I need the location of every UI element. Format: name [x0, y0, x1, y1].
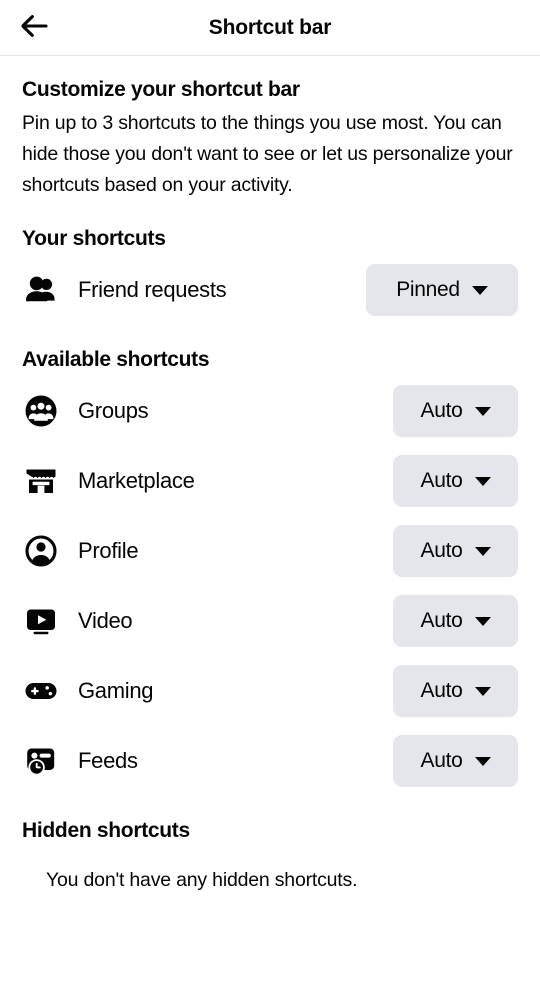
back-button[interactable]	[12, 6, 56, 50]
status-dropdown-video[interactable]: Auto	[393, 595, 518, 647]
shortcut-row-profile[interactable]: Profile Auto	[22, 516, 518, 586]
feeds-icon	[22, 742, 60, 780]
hidden-shortcuts-empty-message: You don't have any hidden shortcuts.	[46, 869, 358, 891]
chevron-down-icon	[474, 406, 491, 416]
page-title: Shortcut bar	[208, 15, 332, 39]
marketplace-icon	[22, 462, 60, 500]
shortcut-row-feeds[interactable]: Feeds Auto	[22, 726, 518, 796]
your-shortcuts-heading: Your shortcuts	[22, 227, 166, 250]
chevron-down-icon	[474, 476, 491, 486]
available-shortcuts-list: Groups Auto Marketplace Auto Profile Aut…	[22, 376, 518, 796]
shortcut-label: Feeds	[78, 748, 138, 773]
status-value: Auto	[420, 399, 463, 422]
app-header: Shortcut bar	[0, 0, 540, 56]
shortcut-row-friend-requests[interactable]: Friend requests Pinned	[22, 255, 518, 325]
profile-icon	[22, 532, 60, 570]
chevron-down-icon	[474, 546, 491, 556]
status-value: Pinned	[396, 278, 460, 301]
chevron-down-icon	[474, 686, 491, 696]
shortcut-label: Gaming	[78, 678, 154, 703]
shortcut-label: Profile	[78, 538, 139, 563]
video-icon	[22, 602, 60, 640]
status-dropdown-feeds[interactable]: Auto	[393, 735, 518, 787]
chevron-down-icon	[474, 756, 491, 766]
shortcut-label: Video	[78, 608, 133, 633]
groups-icon	[22, 392, 60, 430]
friends-icon	[22, 271, 60, 309]
status-value: Auto	[420, 609, 463, 632]
intro-heading: Customize your shortcut bar	[22, 78, 300, 101]
intro-description: Pin up to 3 shortcuts to the things you …	[22, 112, 513, 196]
your-shortcuts-list: Friend requests Pinned	[22, 255, 518, 325]
hidden-shortcuts-heading: Hidden shortcuts	[22, 819, 190, 842]
available-shortcuts-heading: Available shortcuts	[22, 348, 210, 371]
status-value: Auto	[420, 539, 463, 562]
shortcut-row-gaming[interactable]: Gaming Auto	[22, 656, 518, 726]
status-value: Auto	[420, 679, 463, 702]
status-value: Auto	[420, 469, 463, 492]
status-dropdown-profile[interactable]: Auto	[393, 525, 518, 577]
status-dropdown-groups[interactable]: Auto	[393, 385, 518, 437]
shortcut-label: Marketplace	[78, 468, 195, 493]
shortcut-row-video[interactable]: Video Auto	[22, 586, 518, 656]
shortcut-label: Friend requests	[78, 277, 227, 302]
arrow-left-icon	[19, 11, 49, 44]
status-dropdown-friend-requests[interactable]: Pinned	[366, 264, 518, 316]
status-value: Auto	[420, 749, 463, 772]
page-content: Customize your shortcut bar Pin up to 3 …	[0, 78, 540, 892]
status-dropdown-gaming[interactable]: Auto	[393, 665, 518, 717]
shortcut-row-groups[interactable]: Groups Auto	[22, 376, 518, 446]
shortcut-row-marketplace[interactable]: Marketplace Auto	[22, 446, 518, 516]
chevron-down-icon	[471, 285, 488, 295]
shortcut-label: Groups	[78, 398, 149, 423]
chevron-down-icon	[474, 616, 491, 626]
status-dropdown-marketplace[interactable]: Auto	[393, 455, 518, 507]
gaming-icon	[22, 672, 60, 710]
